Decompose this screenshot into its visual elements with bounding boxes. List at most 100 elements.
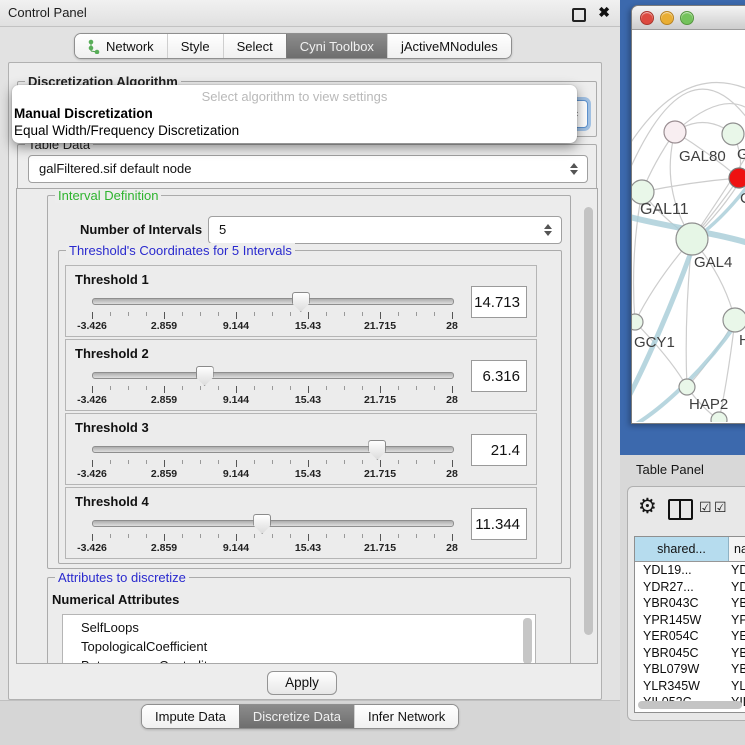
threshold-value-field[interactable]: 21.4: [471, 434, 527, 466]
tab-label: Discretize Data: [253, 709, 341, 724]
combo-stepper-icon: [544, 224, 552, 236]
cyni-bottom-tabbar: Impute Data Discretize Data Infer Network: [141, 704, 459, 729]
slider-ticks: [92, 460, 453, 467]
slider-thumb[interactable]: [253, 514, 271, 534]
network-node-c[interactable]: [729, 168, 745, 188]
threshold-row: Threshold 3 -3.4262.8599.14415.4321.7152…: [65, 413, 537, 485]
slider-thumb[interactable]: [368, 440, 386, 460]
threshold-slider[interactable]: -3.4262.8599.14415.4321.71528: [92, 438, 452, 480]
tab-label: Style: [181, 39, 210, 54]
network-node-h[interactable]: [723, 308, 745, 332]
control-panel-tabbar: Network Style SelectCyni ToolboxjActiveMNo…: [74, 33, 512, 59]
tick-label: -3.426: [77, 320, 107, 332]
slider-track[interactable]: [92, 298, 454, 305]
checkbox-icon[interactable]: ☑: [714, 499, 727, 516]
cell-name: YBL0: [728, 661, 745, 678]
cell-name: YER0: [728, 628, 745, 645]
threshold-value-field[interactable]: 6.316: [471, 360, 527, 392]
tick-label: 28: [446, 394, 458, 406]
table-row[interactable]: YBL079WYBL0: [635, 661, 745, 678]
table-row[interactable]: YER054CYER0: [635, 628, 745, 645]
tab-label: Impute Data: [155, 709, 226, 724]
slider-track[interactable]: [92, 446, 454, 453]
scrollbar-thumb[interactable]: [638, 701, 742, 709]
network-node-ga[interactable]: [722, 123, 744, 145]
network-node[interactable]: [711, 412, 727, 422]
tab-impute-data[interactable]: Impute Data: [142, 705, 239, 728]
network-nodes[interactable]: [632, 121, 745, 422]
network-node-gal80[interactable]: [664, 121, 686, 143]
threshold-value-field[interactable]: 14.713: [471, 286, 527, 318]
slider-thumb[interactable]: [196, 366, 214, 386]
tab-style[interactable]: Style: [167, 34, 223, 58]
zoom-traffic-icon[interactable]: [680, 11, 694, 25]
tick-label: 21.715: [364, 468, 396, 480]
cell-shared-name: YDR27...: [635, 579, 728, 596]
table-row[interactable]: YBR045CYBR0: [635, 645, 745, 662]
table-hscrollbar[interactable]: [637, 701, 745, 710]
slider-thumb[interactable]: [292, 292, 310, 312]
tab-cyni-toolbox[interactable]: Cyni Toolbox: [286, 34, 387, 58]
slider-track[interactable]: [92, 372, 454, 379]
tick-label: 15.43: [295, 542, 321, 554]
slider-ticks: [92, 534, 453, 541]
numerical-attributes-list[interactable]: SelfLoopsTopologicalCoefficientBetweenne…: [62, 614, 536, 664]
tick-label: 21.715: [364, 394, 396, 406]
network-node-gcy1[interactable]: [632, 314, 643, 330]
gear-icon[interactable]: ⚙: [638, 496, 657, 517]
cell-shared-name: YBR043C: [635, 595, 728, 612]
slider-ticks: [92, 386, 453, 393]
column-header-name[interactable]: na: [729, 537, 745, 561]
tick-label: -3.426: [77, 542, 107, 554]
tab-infer-network[interactable]: Infer Network: [354, 705, 458, 728]
tick-label: 9.144: [223, 394, 249, 406]
slider-track[interactable]: [92, 520, 454, 527]
network-node-gal4[interactable]: [676, 223, 708, 255]
threshold-slider[interactable]: -3.4262.8599.14415.4321.71528: [92, 364, 452, 406]
threshold-value-field[interactable]: 11.344: [471, 508, 527, 540]
network-window-titlebar: [632, 6, 745, 30]
tab-network[interactable]: Network: [75, 34, 167, 58]
algorithm-option-manual[interactable]: Manual Discretization: [14, 106, 153, 121]
algorithm-option-equal-width[interactable]: Equal Width/Frequency Discretization: [14, 123, 239, 138]
cell-name: YBR0: [728, 645, 745, 662]
list-item[interactable]: BetweennessCentrality: [63, 656, 535, 664]
table-data-combobox[interactable]: galFiltered.sif default node: [28, 155, 588, 183]
column-header-shared-name[interactable]: shared...: [635, 537, 729, 561]
tab-discretize-data[interactable]: Discretize Data: [239, 705, 354, 728]
checkbox-icon[interactable]: ☑: [699, 499, 712, 516]
threshold-slider[interactable]: -3.4262.8599.14415.4321.71528: [92, 290, 452, 332]
apply-button[interactable]: Apply: [267, 671, 337, 695]
settings-scrollbar[interactable]: [583, 191, 595, 661]
cell-shared-name: YLR345W: [635, 678, 728, 695]
table-row[interactable]: YBR043CYBR0: [635, 595, 745, 612]
scrollbar-thumb[interactable]: [584, 207, 593, 635]
list-item[interactable]: TopologicalCoefficient: [63, 637, 535, 656]
node-label: H: [739, 332, 745, 349]
float-window-icon[interactable]: [572, 8, 586, 22]
number-of-intervals-combobox[interactable]: 5: [208, 216, 562, 244]
table-row[interactable]: YPR145WYPR1: [635, 612, 745, 629]
network-canvas[interactable]: GAL80GACGAL11GAL4GCY1HHAP2: [632, 30, 745, 422]
node-attribute-table[interactable]: shared... na YDL19...YDL1YDR27...YDR2YBR…: [634, 536, 745, 713]
list-scrollbar[interactable]: [523, 618, 532, 664]
tick-label: -3.426: [77, 394, 107, 406]
threshold-slider[interactable]: -3.4262.8599.14415.4321.71528: [92, 512, 452, 554]
tick-label: 9.144: [223, 320, 249, 332]
tab-select[interactable]: Select: [223, 34, 286, 58]
table-row[interactable]: YDR27...YDR2: [635, 579, 745, 596]
tick-label: 15.43: [295, 394, 321, 406]
table-row[interactable]: YLR345WYLR3: [635, 678, 745, 695]
close-icon[interactable]: ✖: [598, 4, 610, 21]
table-panel-title: Table Panel: [636, 462, 704, 477]
tick-label: 28: [446, 320, 458, 332]
table-row[interactable]: YDL19...YDL1: [635, 562, 745, 579]
list-item[interactable]: SelfLoops: [63, 618, 535, 637]
close-traffic-icon[interactable]: [640, 11, 654, 25]
combo-stepper-icon: [570, 163, 578, 175]
minimize-traffic-icon[interactable]: [660, 11, 674, 25]
tab-jactivemnodules[interactable]: jActiveMNodules: [387, 34, 511, 58]
split-columns-icon[interactable]: [668, 499, 693, 520]
network-node-hap2[interactable]: [679, 379, 695, 395]
tick-label: 28: [446, 468, 458, 480]
